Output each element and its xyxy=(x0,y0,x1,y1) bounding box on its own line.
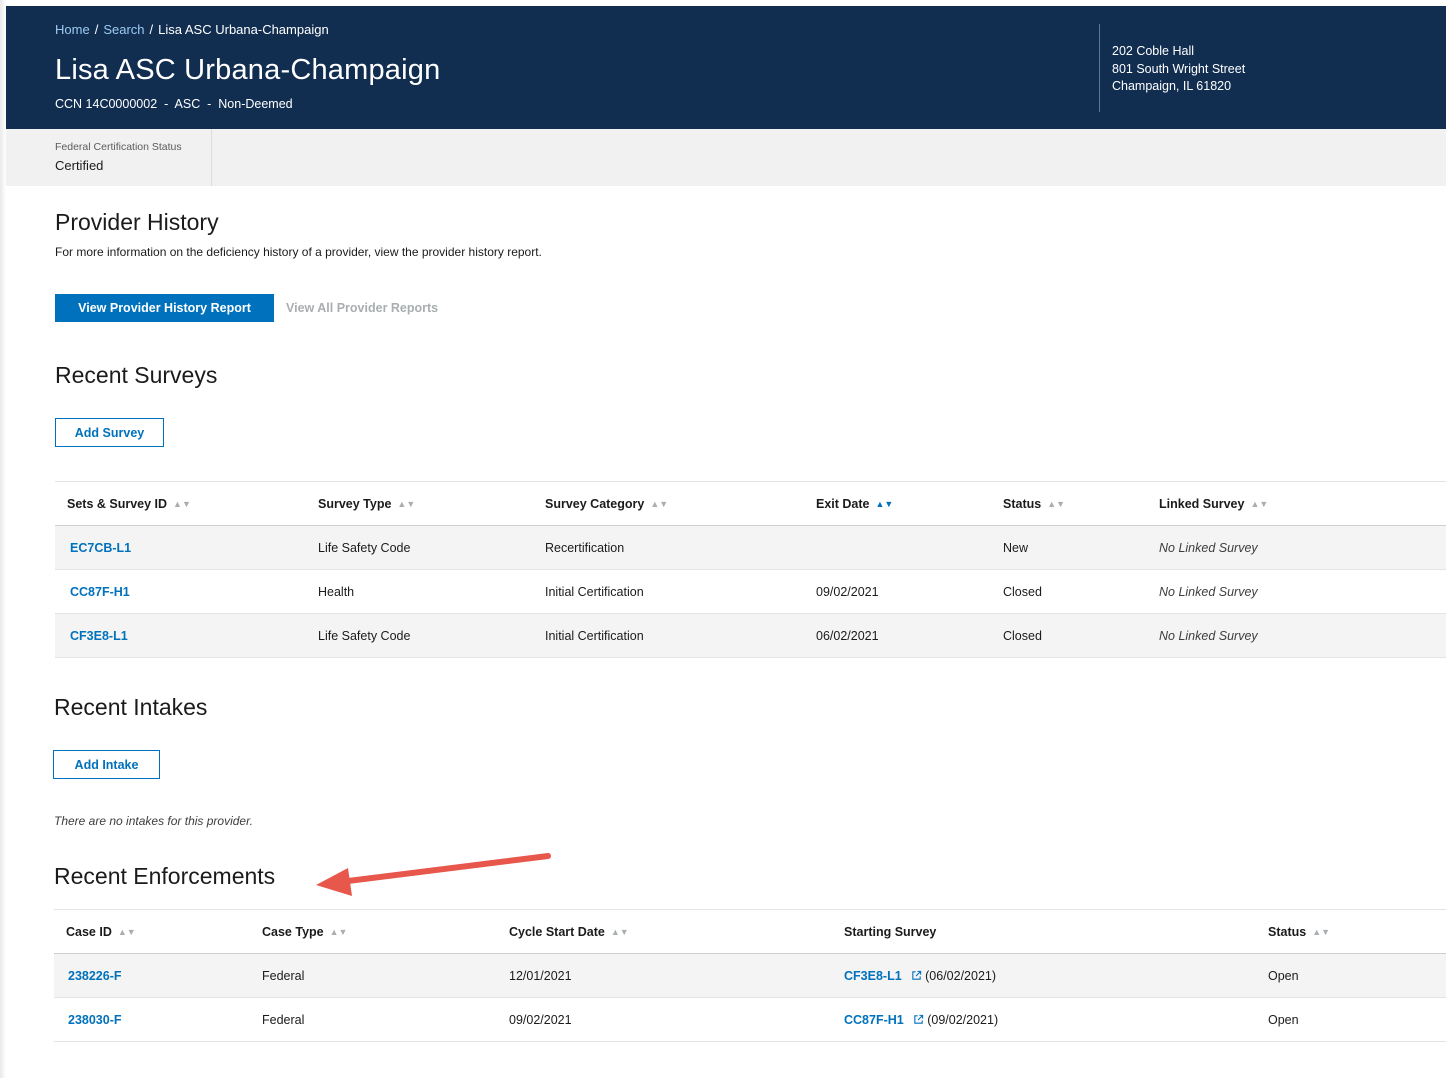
provider-history-heading: Provider History xyxy=(55,209,219,235)
linked-survey-cell: No Linked Survey xyxy=(1159,541,1258,555)
status-cell: Closed xyxy=(1003,629,1042,643)
provider-history-description: For more information on the deficiency h… xyxy=(55,245,542,259)
column-header-exit-date[interactable]: Exit Date ▲▼ xyxy=(816,497,893,511)
column-header-case-type[interactable]: Case Type ▲▼ xyxy=(262,925,347,939)
table-row: EC7CB-L1 Life Safety Code Recertificatio… xyxy=(55,526,1446,570)
table-row: CC87F-H1 Health Initial Certification 09… xyxy=(55,570,1446,614)
external-link-icon[interactable] xyxy=(911,970,922,981)
add-survey-button[interactable]: Add Survey xyxy=(55,418,164,447)
starting-survey-date: (06/02/2021) xyxy=(925,969,997,983)
breadcrumb-search-link[interactable]: Search xyxy=(103,22,144,37)
survey-category-cell: Recertification xyxy=(545,541,625,555)
breadcrumb-home-link[interactable]: Home xyxy=(55,22,90,37)
sort-icon: ▲▼ xyxy=(650,499,669,509)
starting-survey-link[interactable]: CF3E8-L1 xyxy=(844,969,902,983)
recent-enforcements-heading: Recent Enforcements xyxy=(54,863,276,889)
column-header-survey-id[interactable]: Sets & Survey ID ▲▼ xyxy=(67,497,191,511)
enforcement-status-cell: Open xyxy=(1268,969,1299,983)
starting-survey-link[interactable]: CC87F-H1 xyxy=(844,1013,904,1027)
breadcrumb-separator: / xyxy=(149,22,154,37)
survey-type-cell: Health xyxy=(318,585,355,599)
surveys-table-header: Sets & Survey ID ▲▼ Survey Type ▲▼ Survey … xyxy=(55,481,1446,526)
column-header-survey-type[interactable]: Survey Type ▲▼ xyxy=(318,497,415,511)
case-id-link[interactable]: 238226-F xyxy=(68,969,122,983)
address-line-3: Champaign, IL 61820 xyxy=(1112,79,1232,93)
survey-id-link[interactable]: CC87F-H1 xyxy=(70,585,130,599)
enforcements-table-header: Case ID ▲▼ Case Type ▲▼ Cycle Start Date ▲▼… xyxy=(54,909,1446,954)
address-line-1: 202 Coble Hall xyxy=(1112,44,1194,58)
exit-date-cell: 09/02/2021 xyxy=(816,585,879,599)
sort-icon: ▲▼ xyxy=(1312,927,1331,937)
column-header-cycle-start-date[interactable]: Cycle Start Date ▲▼ xyxy=(509,925,629,939)
starting-survey-date: (09/02/2021) xyxy=(927,1013,999,1027)
provider-address: 202 Coble Hall 801 South Wright Street C… xyxy=(1112,43,1245,96)
column-header-starting-survey: Starting Survey xyxy=(844,925,937,939)
address-line-2: 801 South Wright Street xyxy=(1112,61,1246,76)
survey-category-cell: Initial Certification xyxy=(545,629,644,643)
page-title: Lisa ASC Urbana-Champaign xyxy=(55,54,441,86)
sort-icon: ▲▼ xyxy=(1047,499,1066,509)
survey-id-link[interactable]: EC7CB-L1 xyxy=(70,541,131,555)
provider-header: Home / Search / Lisa ASC Urbana-Champaign Li… xyxy=(6,6,1446,129)
starting-survey-cell: CC87F-H1 (09/02/2021) xyxy=(844,1013,998,1027)
sort-icon: ▲▼ xyxy=(397,499,416,509)
cycle-start-date-cell: 12/01/2021 xyxy=(509,969,572,983)
survey-id-link[interactable]: CF3E8-L1 xyxy=(70,629,128,643)
provider-ccn-line: CCN 14C0000002 - ASC - Non-Deemed xyxy=(55,97,293,111)
breadcrumb-current: Lisa ASC Urbana-Champaign xyxy=(158,22,329,37)
sort-icon: ▲▼ xyxy=(173,499,191,509)
column-header-enforcement-status[interactable]: Status ▲▼ xyxy=(1268,925,1330,939)
view-all-provider-reports-link[interactable]: View All Provider Reports xyxy=(286,301,438,315)
column-header-status[interactable]: Status ▲▼ xyxy=(1003,497,1065,511)
external-link-icon[interactable] xyxy=(913,1014,924,1025)
sort-descending-icon: ▲▼ xyxy=(875,499,894,509)
breadcrumb: Home / Search / Lisa ASC Urbana-Champaign xyxy=(55,22,329,37)
surveys-table: Sets & Survey ID ▲▼ Survey Type ▲▼ Survey … xyxy=(55,481,1446,659)
cycle-start-date-cell: 09/02/2021 xyxy=(509,1013,572,1027)
view-provider-history-report-button[interactable]: View Provider History Report xyxy=(55,294,274,322)
breadcrumb-separator: / xyxy=(94,22,99,37)
survey-type-cell: Life Safety Code xyxy=(318,629,411,643)
case-type-cell: Federal xyxy=(262,969,305,983)
sort-icon: ▲▼ xyxy=(1250,499,1269,509)
status-bar: Federal Certification Status Certified xyxy=(6,129,1446,186)
starting-survey-cell: CF3E8-L1 (06/02/2021) xyxy=(844,969,996,983)
case-type-cell: Federal xyxy=(262,1013,305,1027)
table-row: 238030-F Federal 09/02/2021 CC87F-H1 (09… xyxy=(54,998,1446,1042)
add-intake-button[interactable]: Add Intake xyxy=(53,750,160,779)
table-row: CF3E8-L1 Life Safety Code Initial Certif… xyxy=(55,614,1446,658)
sort-icon: ▲▼ xyxy=(117,927,136,937)
sort-icon: ▲▼ xyxy=(329,927,348,937)
annotation-arrow-icon xyxy=(316,853,551,896)
enforcements-table: Case ID ▲▼ Case Type ▲▼ Cycle Start Date ▲▼… xyxy=(54,909,1446,1043)
column-header-survey-category[interactable]: Survey Category ▲▼ xyxy=(545,497,668,511)
recent-intakes-heading: Recent Intakes xyxy=(54,694,208,720)
status-label: Federal Certification Status xyxy=(55,141,182,153)
column-header-linked-survey[interactable]: Linked Survey ▲▼ xyxy=(1159,497,1268,511)
survey-type-cell: Life Safety Code xyxy=(318,541,411,555)
case-id-link[interactable]: 238030-F xyxy=(68,1013,122,1027)
recent-surveys-heading: Recent Surveys xyxy=(55,362,218,388)
enforcement-status-cell: Open xyxy=(1268,1013,1299,1027)
status-value: Certified xyxy=(55,158,104,173)
header-divider xyxy=(1099,24,1100,112)
sort-icon: ▲▼ xyxy=(610,927,629,937)
exit-date-cell: 06/02/2021 xyxy=(816,629,879,643)
survey-category-cell: Initial Certification xyxy=(545,585,644,599)
federal-certification-status: Federal Certification Status Certified xyxy=(6,129,212,186)
table-row: 238226-F Federal 12/01/2021 CF3E8-L1 (06… xyxy=(54,954,1446,998)
status-cell: Closed xyxy=(1003,585,1042,599)
linked-survey-cell: No Linked Survey xyxy=(1159,629,1258,643)
no-intakes-message: There are no intakes for this provider. xyxy=(54,814,253,828)
linked-survey-cell: No Linked Survey xyxy=(1159,585,1258,599)
status-cell: New xyxy=(1003,541,1029,555)
column-header-case-id[interactable]: Case ID ▲▼ xyxy=(66,925,136,939)
